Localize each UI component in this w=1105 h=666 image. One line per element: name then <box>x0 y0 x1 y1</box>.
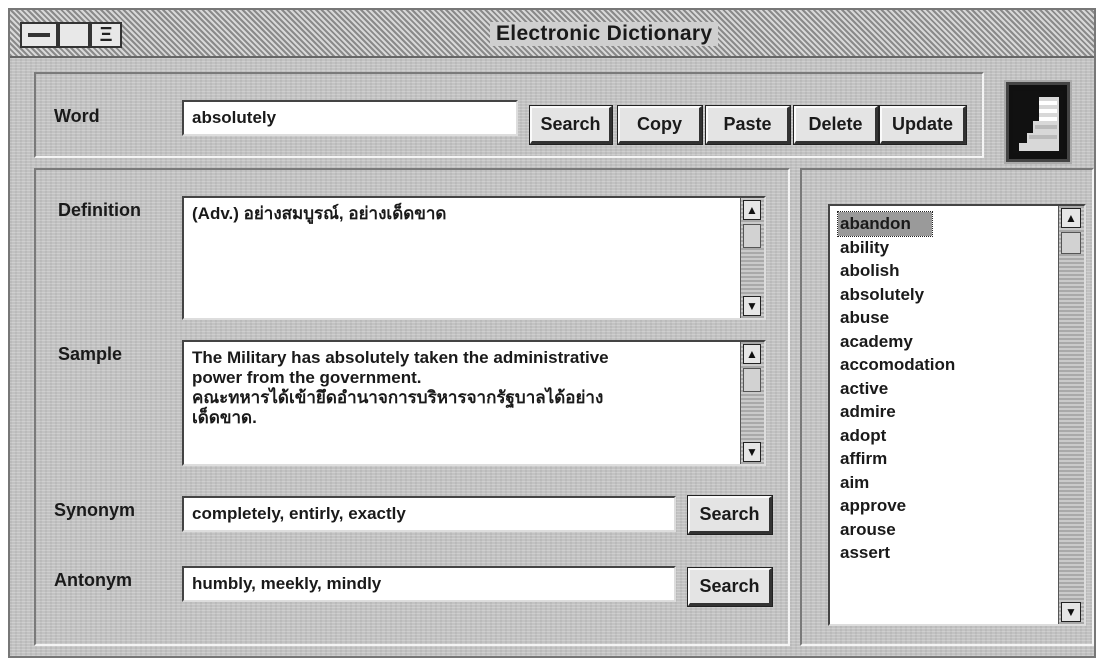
list-item[interactable]: aim <box>838 471 1054 495</box>
list-item[interactable]: approve <box>838 494 1054 518</box>
list-item[interactable]: assert <box>838 541 1054 565</box>
list-item[interactable]: absolutely <box>838 283 1054 307</box>
list-item[interactable]: admire <box>838 400 1054 424</box>
window-button[interactable] <box>58 22 90 48</box>
arrow-up-icon[interactable]: ▲ <box>743 344 761 364</box>
list-item[interactable]: arouse <box>838 518 1054 542</box>
sample-textarea[interactable]: The Military has absolutely taken the ad… <box>182 340 766 466</box>
definition-label: Definition <box>58 200 141 220</box>
synonym-label: Synonym <box>54 500 136 520</box>
list-item[interactable]: adopt <box>838 424 1054 448</box>
synonym-input[interactable]: completely, entirly, exactly <box>182 496 676 532</box>
list-item[interactable]: abolish <box>838 259 1054 283</box>
synonym-search-button[interactable]: Search <box>687 495 773 535</box>
copy-button[interactable]: Copy <box>617 105 703 145</box>
title-bar[interactable]: Ξ Electronic Dictionary <box>10 10 1094 58</box>
control-box-icon[interactable]: Ξ <box>90 22 122 48</box>
sample-text: The Military has absolutely taken the ad… <box>192 348 724 428</box>
sample-line: The Military has absolutely taken the ad… <box>192 348 609 367</box>
antonym-input[interactable]: humbly, meekly, mindly <box>182 566 676 602</box>
list-item[interactable]: ability <box>838 236 1054 260</box>
app-logo-icon <box>1004 80 1072 164</box>
definition-text: (Adv.) อย่างสมบูรณ์, อย่างเด็ดขาด <box>192 204 447 223</box>
list-item[interactable]: accomodation <box>838 353 1054 377</box>
system-menu-icon[interactable] <box>20 22 58 48</box>
word-label: Word <box>54 106 100 126</box>
antonym-search-button[interactable]: Search <box>687 567 773 607</box>
sample-line: power from the government. <box>192 368 422 387</box>
scroll-thumb[interactable] <box>1061 232 1081 254</box>
arrow-down-icon[interactable]: ▼ <box>743 442 761 462</box>
wordlist-scrollbar[interactable]: ▲ ▼ <box>1058 206 1084 624</box>
arrow-up-icon[interactable]: ▲ <box>743 200 761 220</box>
arrow-down-icon[interactable]: ▼ <box>743 296 761 316</box>
window-title: Electronic Dictionary <box>490 22 719 46</box>
antonym-label: Antonym <box>54 570 132 590</box>
delete-button[interactable]: Delete <box>793 105 879 145</box>
scroll-thumb[interactable] <box>743 368 761 392</box>
definition-textarea[interactable]: (Adv.) อย่างสมบูรณ์, อย่างเด็ดขาด ▲ ▼ <box>182 196 766 320</box>
sample-scrollbar[interactable]: ▲ ▼ <box>740 342 764 464</box>
app-window: Ξ Electronic Dictionary Word absolutely … <box>8 8 1096 658</box>
list-item[interactable]: affirm <box>838 447 1054 471</box>
sample-label: Sample <box>58 344 123 364</box>
scroll-thumb[interactable] <box>743 224 761 248</box>
list-item[interactable]: academy <box>838 330 1054 354</box>
definition-scrollbar[interactable]: ▲ ▼ <box>740 198 764 318</box>
list-item[interactable]: abuse <box>838 306 1054 330</box>
paste-button[interactable]: Paste <box>705 105 791 145</box>
arrow-down-icon[interactable]: ▼ <box>1061 602 1081 622</box>
update-button[interactable]: Update <box>879 105 967 145</box>
list-item[interactable]: active <box>838 377 1054 401</box>
search-button[interactable]: Search <box>529 105 613 145</box>
arrow-up-icon[interactable]: ▲ <box>1061 208 1081 228</box>
word-list: abandon ability abolish absolutely abuse acad… <box>837 211 1054 565</box>
word-listbox[interactable]: abandon ability abolish absolutely abuse acad… <box>828 204 1086 626</box>
list-item[interactable]: abandon <box>837 211 933 237</box>
sample-line: คณะทหารได้เข้ายึดอำนาจการบริหารจากรัฐบาล… <box>192 388 604 407</box>
sample-line: เด็ดขาด. <box>192 408 257 427</box>
word-input[interactable]: absolutely <box>182 100 518 136</box>
